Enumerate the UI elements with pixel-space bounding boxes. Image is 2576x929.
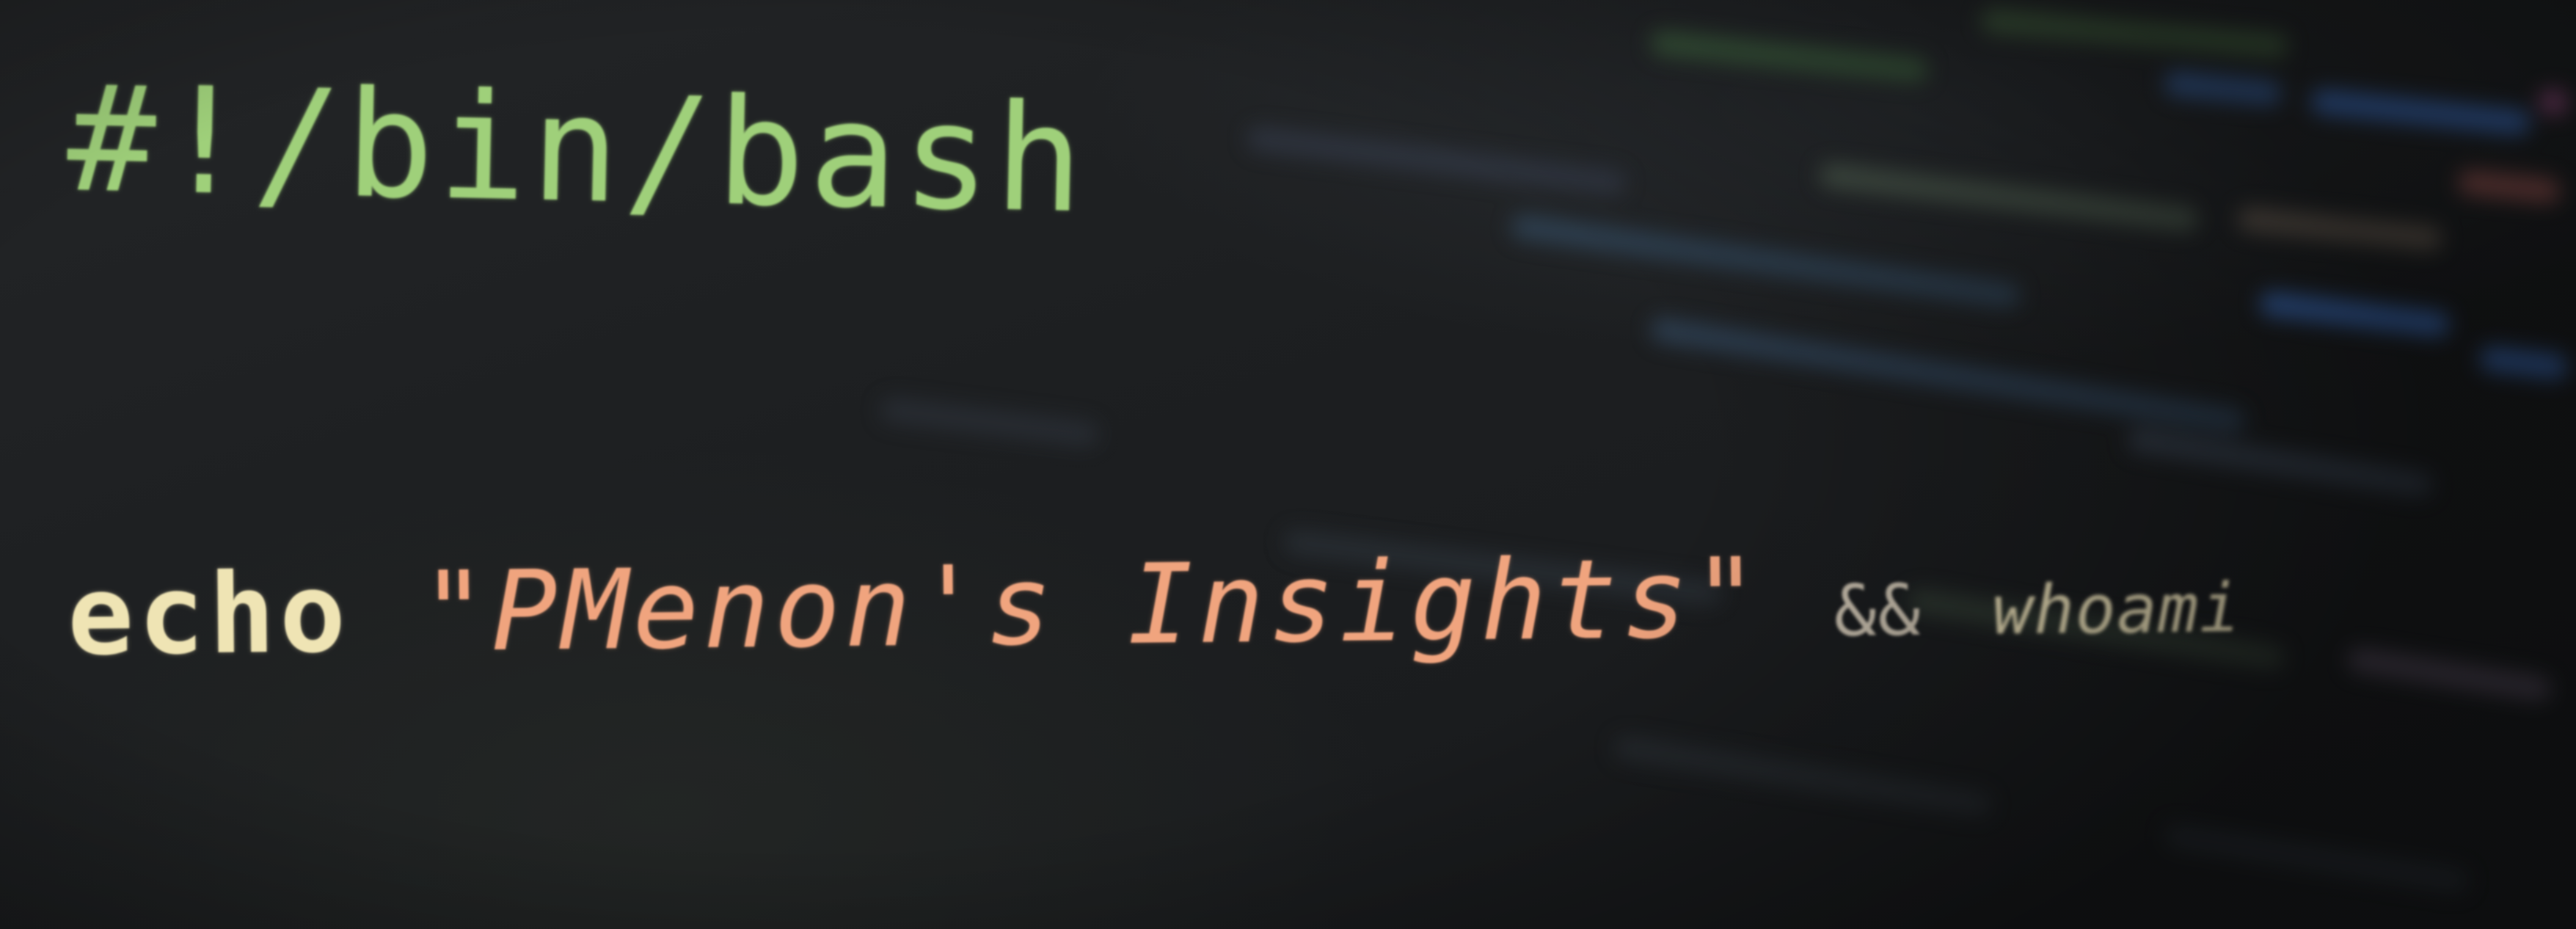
echo-keyword: echo: [66, 549, 351, 680]
shebang-text: #!/bin/bash: [65, 54, 1090, 247]
terminal-screen: #!/bin/bash echo "PMenon's Insights" && …: [0, 0, 2576, 929]
echo-command-line: echo "PMenon's Insights" && whoami: [67, 524, 2241, 701]
blurred-code-bar: [2537, 88, 2569, 117]
blurred-code-bar: [1980, 7, 2289, 59]
and-operator: &&: [1834, 569, 1922, 652]
blurred-code-bar: [878, 396, 1101, 448]
blurred-code-bar: [2163, 70, 2283, 107]
blurred-code-bar: [2236, 205, 2444, 252]
string-literal: "PMenon's Insights": [420, 534, 1765, 677]
shebang-line: #!/bin/bash: [65, 51, 1090, 249]
blurred-code-bar: [2258, 290, 2451, 338]
blurred-code-bar: [1612, 734, 1993, 819]
whoami-command: whoami: [1992, 568, 2241, 650]
blurred-code-bar: [2126, 426, 2434, 499]
blurred-code-bar: [2456, 169, 2562, 205]
blurred-code-bar: [1649, 29, 1930, 84]
blurred-code-bar: [2346, 646, 2553, 703]
blurred-code-bar: [1245, 125, 1628, 197]
blurred-code-bar: [2162, 822, 2471, 895]
blurred-code-bar: [1509, 213, 2022, 310]
blurred-code-bar: [2478, 345, 2569, 381]
blurred-code-bar: [1817, 161, 2200, 233]
blurred-code-bar: [1649, 316, 2247, 435]
blurred-code-bar: [2310, 88, 2532, 136]
